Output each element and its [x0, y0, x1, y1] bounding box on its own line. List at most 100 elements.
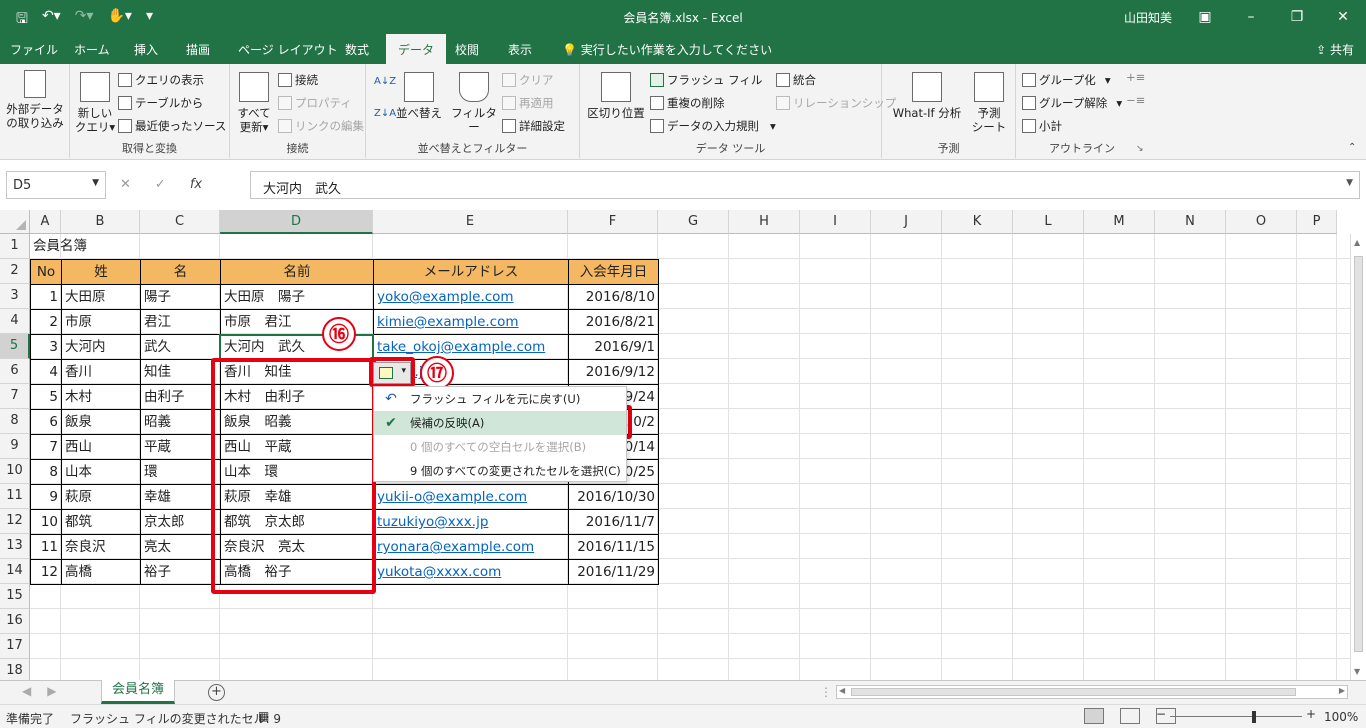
cell-f13[interactable]: 2016/11/15	[568, 534, 659, 560]
prev-sheet-icon[interactable]: ◀	[22, 684, 31, 698]
cell-a11[interactable]: 9	[30, 484, 62, 510]
cell-b9[interactable]: 西山	[61, 434, 141, 460]
page-layout-view-icon[interactable]	[1120, 708, 1140, 724]
scroll-down-icon[interactable]: ▼	[1354, 667, 1360, 676]
normal-view-icon[interactable]	[1084, 708, 1104, 724]
cell-e12[interactable]: tuzukiyo@xxx.jp	[373, 509, 569, 535]
cell-e2[interactable]: メールアドレス	[373, 259, 569, 285]
cell-a9[interactable]: 7	[30, 434, 62, 460]
tab-formulas[interactable]: 数式	[345, 41, 369, 58]
row-header-13[interactable]: 13	[0, 534, 30, 559]
column-header-d[interactable]: D	[220, 210, 373, 234]
user-name[interactable]: 山田知美	[1124, 9, 1172, 26]
what-if-button[interactable]: What-If 分析	[888, 72, 966, 120]
horizontal-scrollbar[interactable]: ◀ ▶	[836, 685, 1348, 699]
column-header-l[interactable]: L	[1013, 210, 1084, 234]
recent-sources-button[interactable]: 最近使ったソース	[118, 118, 226, 134]
row-header-5[interactable]: 5	[0, 334, 30, 359]
cell-a2[interactable]: No	[30, 259, 62, 285]
forecast-sheet-button[interactable]: 予測 シート	[968, 72, 1010, 134]
show-detail-icon[interactable]: +≡	[1126, 70, 1145, 84]
flash-fill-options-button[interactable]: ▾	[373, 362, 411, 384]
cell-c11[interactable]: 幸雄	[140, 484, 221, 510]
ribbon-display-icon[interactable]: ▣	[1182, 0, 1228, 34]
cell-c7[interactable]: 由利子	[140, 384, 221, 410]
enter-icon[interactable]: ✓	[155, 177, 166, 192]
tab-home[interactable]: ホーム	[74, 41, 110, 58]
cell-b2[interactable]: 姓	[61, 259, 141, 285]
tell-me-box[interactable]: 💡 実行したい作業を入力してください	[562, 41, 772, 58]
cell-d13[interactable]: 奈良沢 亮太	[220, 534, 374, 560]
horizontal-scroll-thumb[interactable]	[851, 688, 1296, 696]
cell-f12[interactable]: 2016/11/7	[568, 509, 659, 535]
column-header-m[interactable]: M	[1084, 210, 1155, 234]
cell-c2[interactable]: 名	[140, 259, 221, 285]
select-all-button[interactable]	[0, 210, 30, 234]
cell-b8[interactable]: 飯泉	[61, 409, 141, 435]
row-header-15[interactable]: 15	[0, 584, 30, 609]
column-header-o[interactable]: O	[1226, 210, 1297, 234]
zoom-out-icon[interactable]: −	[1156, 707, 1166, 721]
vertical-scroll-thumb[interactable]	[1354, 256, 1363, 652]
cell-b14[interactable]: 高橋	[61, 559, 141, 585]
cell-e11[interactable]: yukii-o@example.com	[373, 484, 569, 510]
connections-button[interactable]: 接続	[278, 72, 318, 88]
tab-file[interactable]: ファイル	[10, 41, 58, 58]
cell-d8[interactable]: 飯泉 昭義	[220, 409, 374, 435]
row-header-3[interactable]: 3	[0, 284, 30, 309]
menu-item-accept-suggestions[interactable]: ✔ 候補の反映(A)	[374, 411, 626, 435]
remove-duplicates-button[interactable]: 重複の削除	[650, 95, 725, 111]
cell-d11[interactable]: 萩原 幸雄	[220, 484, 374, 510]
row-header-10[interactable]: 10	[0, 459, 30, 484]
cell-e3[interactable]: yoko@example.com	[373, 284, 569, 310]
zoom-knob[interactable]	[1252, 711, 1256, 723]
column-header-a[interactable]: A	[30, 210, 61, 234]
cell-c4[interactable]: 君江	[140, 309, 221, 335]
zoom-in-icon[interactable]: +	[1306, 707, 1316, 721]
column-header-k[interactable]: K	[942, 210, 1013, 234]
cell-a14[interactable]: 12	[30, 559, 62, 585]
cell-a6[interactable]: 4	[30, 359, 62, 385]
cell-f5[interactable]: 2016/9/1	[568, 334, 659, 360]
refresh-all-button[interactable]: すべて 更新▾	[234, 72, 274, 134]
zoom-slider[interactable]: − +	[1156, 707, 1316, 725]
column-header-e[interactable]: E	[373, 210, 568, 234]
zoom-level[interactable]: 100%	[1324, 710, 1358, 724]
column-header-j[interactable]: J	[871, 210, 942, 234]
cell-b7[interactable]: 木村	[61, 384, 141, 410]
row-header-6[interactable]: 6	[0, 359, 30, 384]
cell-c9[interactable]: 平蔵	[140, 434, 221, 460]
row-header-4[interactable]: 4	[0, 309, 30, 334]
cell-c10[interactable]: 環	[140, 459, 221, 485]
cell-b12[interactable]: 都筑	[61, 509, 141, 535]
cell-d10[interactable]: 山本 環	[220, 459, 374, 485]
reapply-button[interactable]: 再適用	[502, 95, 554, 111]
row-header-7[interactable]: 7	[0, 384, 30, 409]
cell-c12[interactable]: 京太郎	[140, 509, 221, 535]
cell-c8[interactable]: 昭義	[140, 409, 221, 435]
row-header-8[interactable]: 8	[0, 409, 30, 434]
cell-f6[interactable]: 2016/9/12	[568, 359, 659, 385]
cell-f2[interactable]: 入会年月日	[568, 259, 659, 285]
advanced-button[interactable]: 詳細設定	[502, 118, 565, 134]
worksheet-grid[interactable]: ABCDEFGHIJKLMNOP 1 2 3 4 5 6 7 8 9 10 11 12 13 14 15 16…	[0, 210, 1366, 680]
filter-button[interactable]: フィルター	[450, 72, 498, 134]
cell-b3[interactable]: 大田原	[61, 284, 141, 310]
collapse-ribbon-icon[interactable]: ⌃	[1348, 142, 1356, 153]
tab-insert[interactable]: 挿入	[134, 41, 158, 58]
cell-a8[interactable]: 6	[30, 409, 62, 435]
cell-e5[interactable]: take_okoj@example.com	[373, 334, 569, 360]
tab-data[interactable]: データ	[386, 34, 447, 64]
share-button[interactable]: ⇪ 共有	[1316, 41, 1354, 58]
from-table-button[interactable]: テーブルから	[118, 95, 203, 111]
row-header-16[interactable]: 16	[0, 609, 30, 634]
column-header-c[interactable]: C	[140, 210, 220, 234]
sheet-tab-members[interactable]: 会員名簿	[101, 680, 175, 704]
edit-links-button[interactable]: リンクの編集	[278, 118, 364, 134]
hide-detail-icon[interactable]: −≡	[1126, 93, 1145, 107]
cell-b5[interactable]: 大河内	[61, 334, 141, 360]
cell-a12[interactable]: 10	[30, 509, 62, 535]
sort-za-icon[interactable]: Z↓A	[374, 108, 396, 119]
sort-az-icon[interactable]: A↓Z	[374, 76, 396, 87]
cell-d3[interactable]: 大田原 陽子	[220, 284, 374, 310]
